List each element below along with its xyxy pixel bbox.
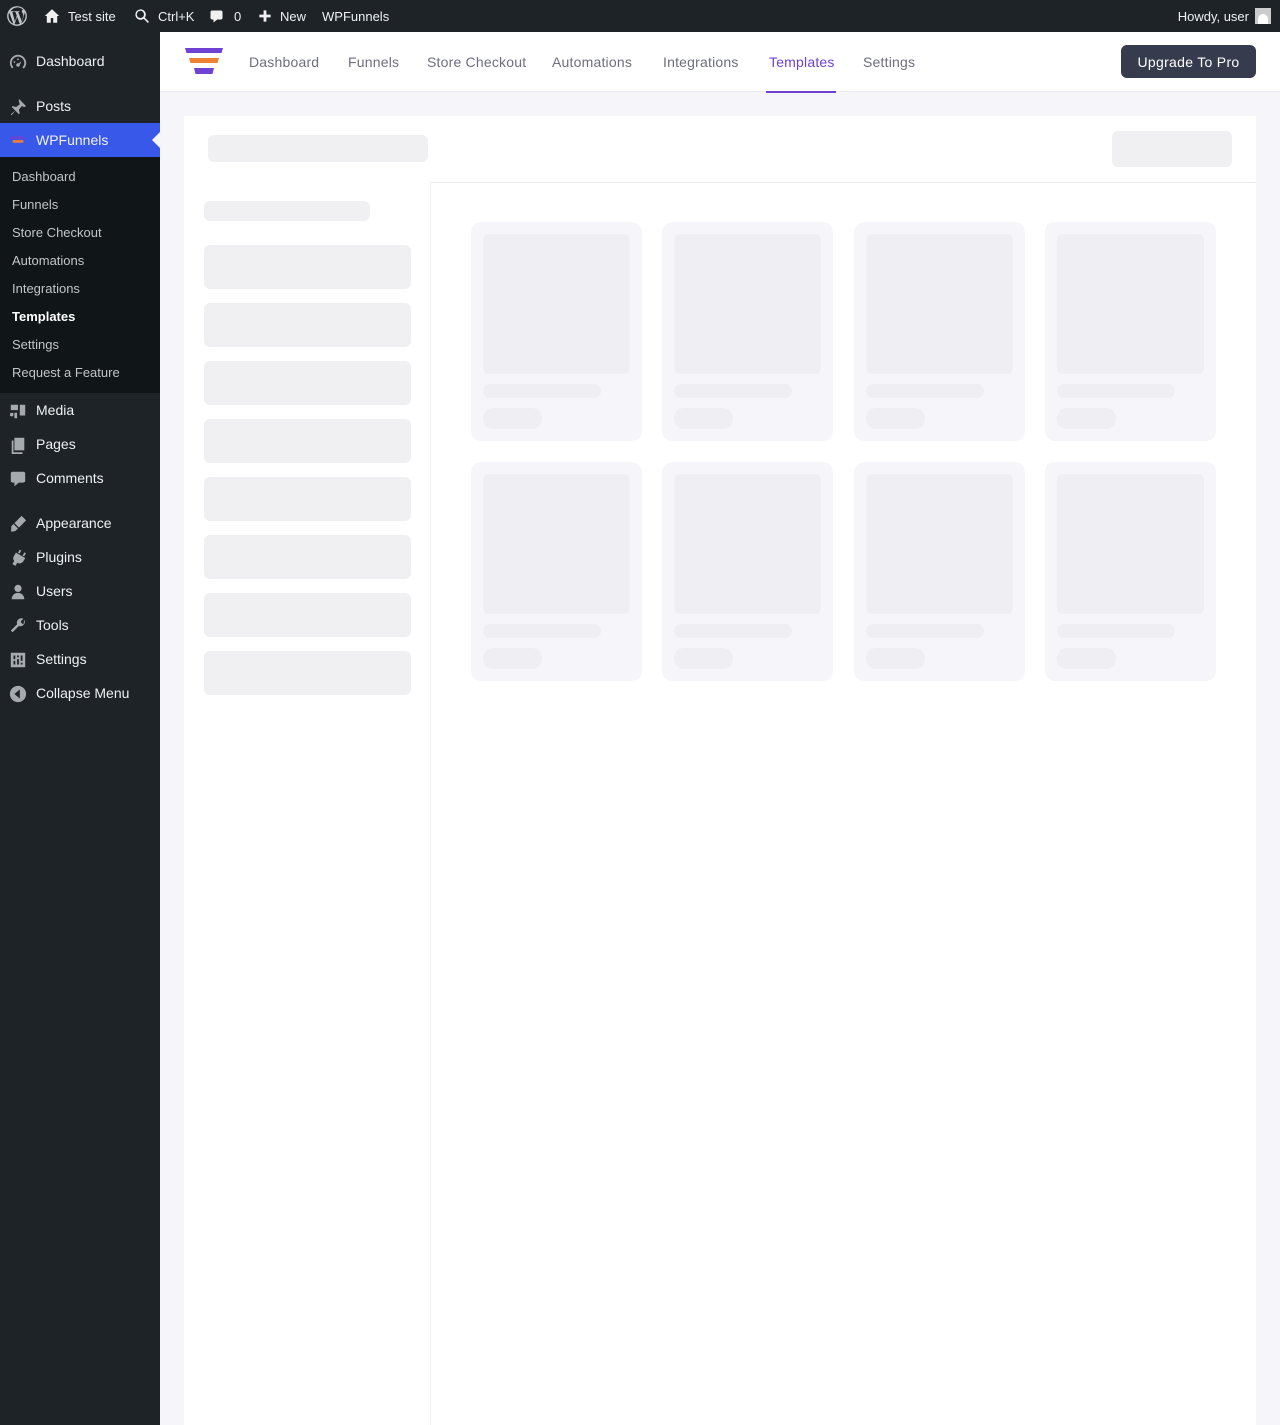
plus-icon (258, 9, 272, 23)
category-item-skeleton (204, 303, 411, 347)
collapse-icon (8, 684, 28, 704)
howdy-text: Howdy, user (1177, 8, 1249, 24)
category-title-skeleton (204, 201, 370, 221)
sidebar-item-wpfunnels[interactable]: WPFunnels (0, 123, 160, 157)
nav-tab-settings[interactable]: Settings (863, 32, 915, 92)
nav-tab-funnels[interactable]: Funnels (348, 32, 399, 92)
settings-icon (8, 650, 28, 670)
sidebar-item-users[interactable]: Users (0, 574, 160, 608)
search-icon (134, 8, 150, 24)
comment-icon (209, 9, 224, 24)
sidebar-item-settings[interactable]: Settings (0, 642, 160, 676)
nav-tab-dashboard[interactable]: Dashboard (249, 32, 319, 92)
category-item-skeleton (204, 651, 411, 695)
sidebar-divider (430, 182, 431, 1425)
sidebar-item-label: Users (36, 583, 73, 599)
template-card-skeleton (662, 222, 833, 441)
brush-icon (8, 514, 28, 534)
sidebar-item-tools[interactable]: Tools (0, 608, 160, 642)
account-menu[interactable]: Howdy, user (1178, 0, 1271, 32)
upgrade-to-pro-button[interactable]: Upgrade To Pro (1121, 45, 1256, 78)
comments-link[interactable]: 0 (209, 0, 241, 32)
template-card-skeleton (662, 462, 833, 681)
template-card-skeleton (854, 462, 1025, 681)
submenu-item-settings[interactable]: Settings (12, 330, 59, 358)
dashboard-icon (8, 52, 28, 72)
category-item-skeleton (204, 245, 411, 289)
submenu-item-automations[interactable]: Automations (12, 246, 84, 274)
plugin-top-nav: Dashboard Funnels Store Checkout Automat… (160, 32, 1280, 93)
template-card-skeleton (1045, 222, 1216, 441)
category-item-skeleton (204, 361, 411, 405)
comments-count: 0 (234, 8, 242, 24)
nav-tab-integrations[interactable]: Integrations (663, 32, 739, 92)
sidebar-item-media[interactable]: Media (0, 393, 160, 427)
sidebar-item-label: Appearance (36, 515, 112, 531)
sidebar-item-label: Settings (36, 651, 87, 667)
template-card-skeleton (1045, 462, 1216, 681)
category-item-skeleton (204, 477, 411, 521)
header-divider (431, 182, 1256, 183)
wordpress-logo-icon[interactable] (6, 0, 28, 32)
submenu-item-integrations[interactable]: Integrations (12, 274, 80, 302)
submenu-item-request-feature[interactable]: Request a Feature (12, 358, 120, 386)
admin-sidebar: Dashboard Posts WPFunnels Dashboard Funn… (0, 32, 160, 1425)
category-item-skeleton (204, 535, 411, 579)
home-icon (44, 8, 60, 24)
sidebar-item-label: Tools (36, 617, 69, 633)
sidebar-item-appearance[interactable]: Appearance (0, 506, 160, 540)
submenu-item-templates[interactable]: Templates (12, 302, 75, 330)
sidebar-item-label: Comments (36, 470, 104, 486)
category-item-skeleton (204, 419, 411, 463)
admin-bar: Test site Ctrl+K 0 New WPFunnels Howdy, … (0, 0, 1280, 32)
sidebar-item-label: WPFunnels (36, 132, 109, 148)
pushpin-icon (8, 97, 28, 117)
user-icon (8, 582, 28, 602)
header-button-skeleton (1112, 131, 1232, 167)
wrench-icon (8, 616, 28, 636)
sidebar-item-dashboard[interactable]: Dashboard (0, 44, 160, 78)
nav-tab-templates[interactable]: Templates (769, 32, 835, 92)
wpfunnels-icon (8, 131, 28, 151)
nav-tab-automations[interactable]: Automations (552, 32, 632, 92)
submenu-item-dashboard[interactable]: Dashboard (12, 162, 76, 190)
pages-icon (8, 435, 28, 455)
template-card-skeleton (471, 462, 642, 681)
wpfunnels-adminbar-link[interactable]: WPFunnels (322, 0, 389, 32)
submenu-item-funnels[interactable]: Funnels (12, 190, 58, 218)
sidebar-item-label: Media (36, 402, 75, 418)
templates-panel (184, 116, 1256, 1425)
wpfunnels-adminbar-label: WPFunnels (322, 8, 390, 24)
current-menu-arrow (152, 132, 160, 148)
wpfunnels-submenu: Dashboard Funnels Store Checkout Automat… (0, 157, 160, 393)
template-card-skeleton (471, 222, 642, 441)
new-label: New (280, 8, 307, 24)
sidebar-item-label: Plugins (36, 549, 82, 565)
plug-icon (8, 548, 28, 568)
media-icon (8, 401, 28, 421)
sidebar-item-plugins[interactable]: Plugins (0, 540, 160, 574)
sidebar-item-label: Collapse Menu (36, 685, 130, 701)
site-name: Test site (68, 8, 116, 24)
sidebar-item-comments[interactable]: Comments (0, 461, 160, 495)
collapse-menu-button[interactable]: Collapse Menu (0, 676, 160, 710)
sidebar-item-label: Pages (36, 436, 76, 452)
nav-tab-store-checkout[interactable]: Store Checkout (427, 32, 526, 92)
search-shortcut: Ctrl+K (158, 8, 195, 24)
avatar (1255, 8, 1271, 24)
search-skeleton (208, 135, 428, 162)
wpfunnels-logo-icon[interactable] (184, 47, 224, 77)
new-content-link[interactable]: New (258, 0, 306, 32)
sidebar-item-label: Dashboard (36, 53, 105, 69)
sidebar-item-posts[interactable]: Posts (0, 89, 160, 123)
comment-icon (8, 469, 28, 489)
submenu-item-store-checkout[interactable]: Store Checkout (12, 218, 102, 246)
active-tab-indicator (766, 91, 836, 93)
command-search-button[interactable]: Ctrl+K (134, 0, 194, 32)
sidebar-item-label: Posts (36, 98, 72, 114)
site-name-link[interactable]: Test site (44, 0, 116, 32)
sidebar-item-pages[interactable]: Pages (0, 427, 160, 461)
category-item-skeleton (204, 593, 411, 637)
template-card-skeleton (854, 222, 1025, 441)
